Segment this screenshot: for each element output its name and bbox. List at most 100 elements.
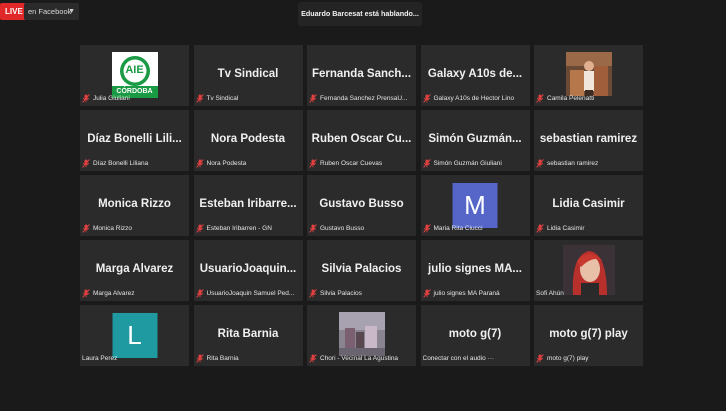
participant-label-text: Rita Barnia [206,355,239,362]
mic-muted-icon [422,159,431,168]
mic-muted-icon [195,289,204,298]
participant-display-name: Nora Podesta [210,133,286,145]
chevron-down-icon: ▼ [68,8,75,15]
participant-tile[interactable]: L Laura Perez [80,305,189,366]
participant-name-label: Marga Alvarez [82,288,187,299]
participant-display-name: moto g(7) [448,328,502,340]
participant-tile[interactable]: julio signes MA... julio signes MA Paraná [420,240,530,301]
participant-name-label: Camila Pelenatti [536,93,641,104]
participant-tile[interactable]: Simón Guzmán... Simón Guzmán Giuliani [420,110,530,171]
participant-display-name: Simón Guzmán... [428,133,522,145]
mic-muted-icon [309,224,317,233]
mic-muted-icon [82,289,90,298]
participant-name-label: Monica Rizzo [82,223,187,234]
participant-tile[interactable]: Nora Podesta Nora Podesta [193,110,303,171]
participant-label-text: Marga Alvarez [93,290,135,297]
participant-label-text: Laura Perez [82,355,118,362]
participant-name-label: Esteban Iribarren - GN [195,223,301,234]
participant-tile[interactable]: moto g(7) Conectar con el audio ··· [420,305,530,366]
participant-tile[interactable]: Silvia Palacios Silvia Palacios [307,240,416,301]
participant-name-label: Conectar con el audio ··· [423,353,528,364]
participant-tile[interactable]: Ruben Oscar Cu... Ruben Oscar Cuevas [307,110,416,171]
participant-label-text: Silvia Palacios [320,290,362,297]
logo-wordmark: AIE [125,64,144,76]
participant-display-name: Galaxy A10s de... [427,68,523,80]
participant-tile[interactable]: UsuarioJoaquin... UsuarioJoaquin Samuel P… [193,240,303,301]
participant-tile[interactable]: Galaxy A10s de... Galaxy A10s de Hector L… [420,45,530,106]
mic-muted-icon [195,354,204,363]
participant-display-name: moto g(7) play [549,328,628,340]
participant-name-label: Galaxy A10s de Hector Lino [422,93,528,104]
participant-name-label: Rita Barnia [195,353,301,364]
participant-name-label: julio signes MA Paraná [422,288,528,299]
participant-tile[interactable]: Camila Pelenatti [534,45,643,106]
participant-display-name: UsuarioJoaquin... [199,263,297,275]
mic-muted-icon [82,224,90,233]
participant-name-label: Silvia Palacios [309,288,414,299]
participant-tile[interactable]: M Maria Rita Ciucci [420,175,530,236]
participant-tile[interactable]: Tv Sindical Tv Sindical [193,45,303,106]
participant-tile[interactable]: Esteban Iribarre... Esteban Iribarren - G… [193,175,303,236]
mic-muted-icon [309,94,317,103]
participant-name-label: Laura Perez [82,353,187,364]
participant-tile[interactable]: Rita Barnia Rita Barnia [193,305,303,366]
participant-name-label: Díaz Bonelli Liliana [82,158,187,169]
participant-name-label: Tv Sindical [195,93,301,104]
participant-display-name: Monica Rizzo [98,198,171,210]
participant-display-name: Marga Alvarez [95,263,174,275]
participant-label-text: moto g(7) play [547,355,589,362]
mic-muted-icon [309,159,317,168]
participant-label-text: sebastian ramirez [547,160,599,167]
participant-label-text: UsuarioJoaquin Samuel Ped... [206,290,295,297]
participant-tile[interactable]: Chori - Vecinal La Agustina [307,305,416,366]
participant-name-label: Julia Giuliani [82,93,187,104]
participant-tile[interactable]: Marga Alvarez Marga Alvarez [80,240,189,301]
live-destination-dropdown[interactable]: en Facebook ▼ [24,3,79,20]
participant-name-label: Sofi Ahún [536,288,641,299]
participant-label-text: Díaz Bonelli Liliana [93,160,149,167]
participant-display-name: Gustavo Busso [319,198,404,210]
mic-muted-icon [82,159,90,168]
avatar-letter: L [112,313,157,358]
participant-label-text: Simón Guzmán Giuliani [433,160,502,167]
participant-name-label: Fernanda Sanchez PrensaU... [309,93,414,104]
participant-display-name: Fernanda Sanch... [311,68,412,80]
zoom-gallery-window: LIVE en Facebook ▼ Eduardo Barcesat está… [0,0,726,411]
participant-display-name: Díaz Bonelli Lili... [87,133,182,145]
participant-label-text: Julia Giuliani [93,95,130,102]
participant-display-name: Tv Sindical [217,68,279,80]
participant-label-text: Monica Rizzo [93,225,133,232]
participant-label-text: Gustavo Busso [320,225,365,232]
participant-tile[interactable]: Monica Rizzo Monica Rizzo [80,175,189,236]
participant-tile[interactable]: Sofi Ahún [534,240,643,301]
mic-muted-icon [422,94,431,103]
participant-gallery: AIE CÓRDOBA Julia Giuliani Tv Sindical Tv Si… [80,45,643,366]
participant-display-name: sebastian ramirez [539,133,638,145]
participant-display-name: julio signes MA... [428,263,522,275]
participant-tile[interactable]: Lidia Casimir Lidia Casimir [534,175,643,236]
mic-muted-icon [536,159,544,168]
participant-display-name: Lidia Casimir [552,198,625,210]
mic-muted-icon [82,94,90,103]
participant-tile[interactable]: moto g(7) play moto g(7) play [534,305,643,366]
participant-tile[interactable]: Fernanda Sanch... Fernanda Sanchez Prensa… [307,45,416,106]
participant-name-label: Simón Guzmán Giuliani [422,158,528,169]
participant-name-label: Lidia Casimir [536,223,641,234]
mic-muted-icon [309,354,317,363]
participant-label-text: julio signes MA Paraná [433,290,500,297]
participant-tile[interactable]: Gustavo Busso Gustavo Busso [307,175,416,236]
participant-name-label: Chori - Vecinal La Agustina [309,353,414,364]
participant-tile[interactable]: Díaz Bonelli Lili... Díaz Bonelli Liliana [80,110,189,171]
participant-tile[interactable]: sebastian ramirez sebastian ramirez [534,110,643,171]
participant-display-name: Silvia Palacios [321,263,402,275]
participant-tile[interactable]: AIE CÓRDOBA Julia Giuliani [80,45,189,106]
participant-label-text: Fernanda Sanchez PrensaU... [320,95,408,102]
participant-label-text: Galaxy A10s de Hector Lino [433,95,515,102]
participant-label-text: Sofi Ahún [536,290,564,297]
mic-muted-icon [422,289,431,298]
participant-label-text: Conectar con el audio ··· [422,355,495,362]
mic-muted-icon [195,94,204,103]
participant-display-name: Rita Barnia [217,328,279,340]
participant-display-name: Esteban Iribarre... [199,198,297,210]
active-speaker-indicator: Eduardo Barcesat está hablando... [298,2,422,26]
